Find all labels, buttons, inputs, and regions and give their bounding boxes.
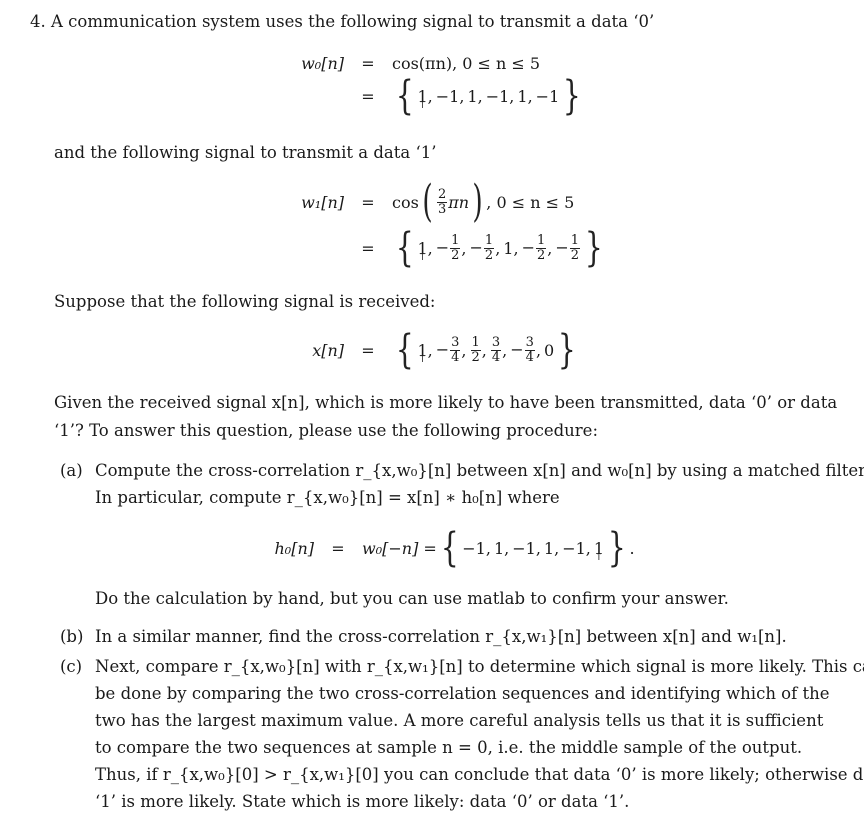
w0-def: cos(πn), 0 ≤ n ≤ 5 (392, 54, 541, 73)
w1-def-tail: πn (448, 192, 470, 212)
x-sequence: x[n] = { 1 ↑, −3 4, 1 2, 3 4, −3 4, 0 } (296, 330, 580, 370)
sequence-element: 1 ↑ (417, 340, 428, 365)
fraction: 34 (450, 334, 461, 365)
sequence-element: 1 (517, 86, 528, 106)
problem-intro-text: A communication system uses the followin… (51, 12, 655, 31)
sequence-element: 12 (470, 334, 482, 365)
sequence-element: −3 4 (435, 334, 461, 365)
sequence-element: 1 (543, 538, 555, 558)
sequence-element: 1 (493, 538, 505, 558)
w1-sequence: = { 1 ↑, −1 2, −1 2, 1, −1 2, −1 2 } (296, 228, 607, 268)
sequence-element: 34 (490, 334, 502, 365)
right-brace: } (607, 525, 626, 571)
w0-definition: w₀[n] = cos(πn), 0 ≤ n ≤ 5 (296, 54, 540, 73)
part-a-label: (a) (60, 461, 83, 480)
problem-intro: 4. A communication system uses the follo… (30, 12, 654, 32)
w1-def-func: cos (392, 192, 419, 212)
left-brace: { (395, 225, 414, 271)
right-brace: } (558, 327, 576, 373)
sequence-element: 0 (544, 340, 555, 360)
equals-sign: = (361, 238, 375, 258)
fraction: 34 (524, 334, 535, 365)
sequence-element: −1 (562, 538, 586, 558)
sequence-element: −3 4 (510, 334, 535, 365)
problem-number: 4. (30, 12, 46, 31)
x-lhs: x[n] (312, 340, 344, 360)
left-brace: { (395, 327, 414, 373)
origin-arrow-icon: ↑ (594, 551, 604, 563)
part-c-line-5: Thus, if r_{x,w₀}[0] > r_{x,w₁}[0] you c… (95, 765, 864, 784)
right-paren: ) (472, 176, 483, 227)
w1-lhs: w₁[n] (301, 192, 344, 212)
sequence-element: −1 (535, 86, 560, 106)
sequence-element: 1 ↑ (417, 86, 428, 111)
sequence-element: −1 2 (469, 232, 495, 263)
x-values: 1 ↑, −3 4, 1 2, 3 4, −3 4, 0 (417, 334, 555, 365)
h0-lhs: h₀[n] (274, 538, 314, 558)
left-brace: { (440, 525, 459, 571)
right-brace: } (563, 73, 581, 119)
right-brace: } (584, 225, 603, 271)
sequence-element: −1 (485, 86, 510, 106)
fraction: 12 (450, 232, 461, 263)
fraction: 12 (470, 334, 481, 365)
part-a-note: Do the calculation by hand, but you can … (95, 589, 729, 608)
w1-definition: w₁[n] = cos ( 23 πn ) , 0 ≤ n ≤ 5 (296, 180, 574, 224)
part-a-line-1: Compute the cross-correlation r_{x,w₀}[n… (95, 461, 864, 480)
sequence-element: −1 (512, 538, 536, 558)
sequence-element: 1 (467, 86, 478, 106)
sequence-element: −1 2 (555, 232, 581, 263)
fraction: 12 (483, 232, 495, 263)
w1-values: 1 ↑, −1 2, −1 2, 1, −1 2, −1 2 (417, 232, 581, 263)
part-c-line-1: Next, compare r_{x,w₀}[n] with r_{x,w₁}[… (95, 657, 864, 676)
left-paren: ( (422, 176, 433, 227)
received-intro: Suppose that the following signal is rec… (54, 292, 436, 311)
question-line-2: ‘1’? To answer this question, please use… (54, 421, 599, 440)
sequence-element: 1 (503, 238, 514, 258)
part-b-line-1: In a similar manner, find the cross-corr… (95, 627, 787, 646)
equals-sign: = (361, 54, 375, 73)
w0-values: 1 ↑, −1, 1, −1, 1, −1 (417, 86, 560, 111)
h0-trail: . (629, 538, 635, 558)
h0-sequence: h₀[n] = w₀[−n] = { −1, 1, −1, 1, −1, 1 ↑ } . (262, 525, 635, 571)
w1-def-range: , 0 ≤ n ≤ 5 (486, 192, 575, 212)
fraction: 34 (490, 334, 502, 365)
equals-sign: = (331, 538, 345, 558)
part-c-label: (c) (60, 657, 83, 676)
part-c-line-6: ‘1’ is more likely. State which is more … (95, 792, 630, 811)
part-c-line-4: to compare the two sequences at sample n… (95, 738, 803, 757)
part-a-line-2: In particular, compute r_{x,w₀}[n] = x[n… (95, 488, 560, 507)
origin-arrow-icon: ↑ (418, 251, 427, 263)
w1-def-fraction: 23 (436, 186, 448, 217)
h0-mid: w₀[−n] = (362, 538, 437, 558)
sequence-element: 1 ↑ (593, 538, 605, 563)
question-line-1: Given the received signal x[n], which is… (54, 393, 838, 412)
fraction: 12 (569, 232, 581, 263)
w0-sequence: = { 1 ↑, −1, 1, −1, 1, −1 } (296, 76, 585, 116)
origin-arrow-icon: ↑ (418, 353, 427, 365)
fraction: 12 (535, 232, 547, 263)
sequence-element: −1 (462, 538, 486, 558)
sequence-element: −1 2 (435, 232, 461, 263)
part-b-label: (b) (60, 627, 84, 646)
part-c-line-2: be done by comparing the two cross-corre… (95, 684, 830, 703)
left-brace: { (395, 73, 414, 119)
sequence-element: −1 (435, 86, 460, 106)
origin-arrow-icon: ↑ (418, 99, 427, 111)
data1-intro: and the following signal to transmit a d… (54, 143, 437, 162)
w0-lhs: w₀[n] (301, 54, 344, 73)
sequence-element: −1 2 (521, 232, 547, 263)
equals-sign: = (361, 192, 375, 212)
sequence-element: 1 ↑ (417, 238, 428, 263)
part-c-line-3: two has the largest maximum value. A mor… (95, 711, 824, 730)
equals-sign: = (361, 340, 375, 360)
equals-sign: = (361, 86, 375, 106)
h0-values: −1, 1, −1, 1, −1, 1 ↑ (462, 538, 605, 563)
